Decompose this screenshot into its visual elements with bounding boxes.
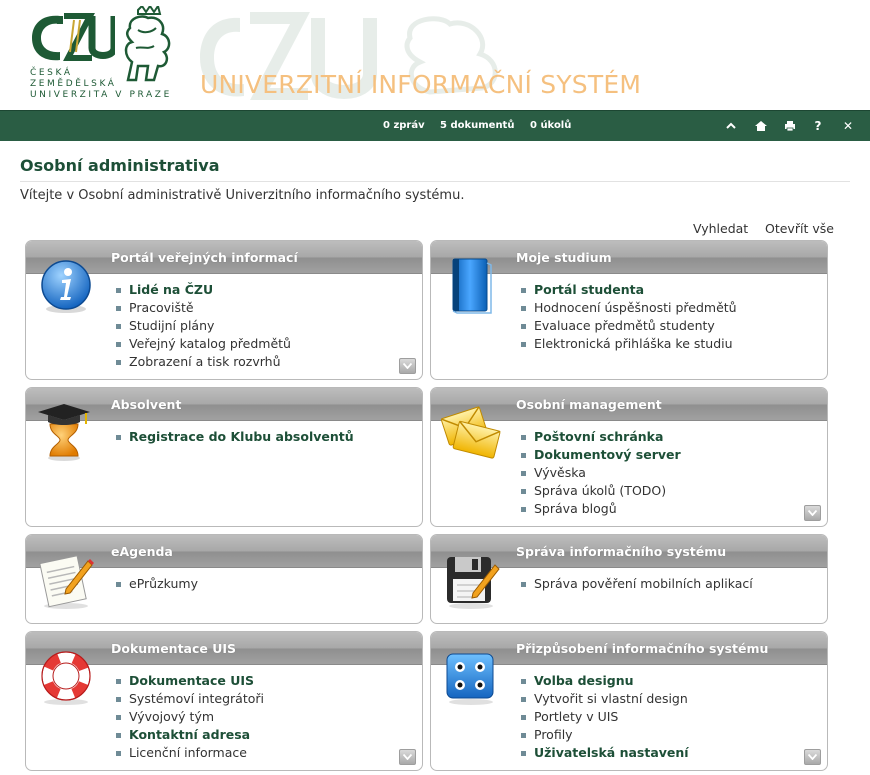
page-title: Osobní administrativa [20,156,220,175]
link-volba-designu[interactable]: Volba designu [521,672,689,690]
university-name-line-2: ZEMĚDĚLSKÁ [30,79,117,89]
link-epruzkumy[interactable]: ePrůzkumy [116,575,198,593]
panel-link-list: Správa pověření mobilních aplikací [521,575,753,593]
graduate-icon [38,404,90,461]
chevron-down-icon [403,754,412,760]
link-tisk-rozvrhu[interactable]: Zobrazení a tisk rozvrhů [116,353,291,371]
envelopes-icon [441,406,501,459]
header: ČESKÁ ZEMĚDĚLSKÁ UNIVERZITA V PRAZE UNIV… [0,0,870,110]
panel-graduate: Absolvent Registrace do Klubu absolventů [25,387,423,527]
link-pracoviste[interactable]: Pracoviště [116,299,291,317]
panel-system-administration: Správa informačního systému Správa pověř… [430,534,828,624]
panel-public-info: Portál veřejných informací Lidé na ČZU P… [25,240,423,380]
link-postovni-schranka[interactable]: Poštovní schránka [521,428,681,446]
link-profily[interactable]: Profily [521,726,689,744]
university-name-line-3: UNIVERZITA V PRAZE [30,90,172,100]
link-vyvojovy-tym[interactable]: Vývojový tým [116,708,264,726]
link-registrace-klub[interactable]: Registrace do Klubu absolventů [116,428,354,446]
panel-link-list: Portál studenta Hodnocení úspěšnosti pře… [521,281,737,353]
panel-link-list: Registrace do Klubu absolventů [116,428,354,446]
link-studijni-plany[interactable]: Studijní plány [116,317,291,335]
home-icon[interactable] [752,117,770,135]
link-sprava-povereni[interactable]: Správa pověření mobilních aplikací [521,575,753,593]
panel-link-list: Poštovní schránka Dokumentový server Výv… [521,428,681,518]
welcome-text: Vítejte v Osobní administrativě Univerzi… [20,188,465,203]
documents-link[interactable]: 5 dokumentů [440,120,514,131]
panel-title[interactable]: Dokumentace UIS [111,641,236,656]
link-hodnoceni-predmetu[interactable]: Hodnocení úspěšnosti předmětů [521,299,737,317]
link-portlety[interactable]: Portlety v UIS [521,708,689,726]
czu-logo[interactable]: ČESKÁ ZEMĚDĚLSKÁ UNIVERZITA V PRAZE [30,6,180,106]
panel-title[interactable]: Absolvent [111,397,181,412]
link-vlastni-design[interactable]: Vytvořit si vlastní design [521,690,689,708]
university-name-line-1: ČESKÁ [30,68,73,78]
title-divider [20,181,850,182]
panel-personal-management: Osobní management Poštovní schránka Doku… [430,387,828,527]
open-all-link[interactable]: Otevřít vše [765,221,834,236]
expand-button[interactable] [804,749,821,765]
panel-link-list: Dokumentace UIS Systémoví integrátoři Vý… [116,672,264,762]
panel-link-list: Volba designu Vytvořit si vlastní design… [521,672,689,762]
panel-link-list: Lidé na ČZU Pracoviště Studijní plány Ve… [116,281,291,371]
panel-link-list: ePrůzkumy [116,575,198,593]
notepad-icon [39,555,94,609]
lifebuoy-icon [41,651,91,705]
up-arrow-icon[interactable] [722,117,740,135]
link-systemovi-integratori[interactable]: Systémoví integrátoři [116,690,264,708]
link-licencni-informace[interactable]: Licenční informace [116,744,264,762]
czu-logo-mark [32,13,115,61]
link-evaluace-predmetu[interactable]: Evaluace předmětů studenty [521,317,737,335]
link-uzivatelska-nastaveni[interactable]: Uživatelská nastavení [521,744,689,762]
help-icon[interactable]: ? [809,117,827,135]
link-dokumentace-uis[interactable]: Dokumentace UIS [116,672,264,690]
close-icon[interactable]: ✕ [839,117,857,135]
panel-my-studies: Moje studium Portál studenta Hodnocení ú… [430,240,828,380]
link-portal-studenta[interactable]: Portál studenta [521,281,737,299]
blue-book-icon [452,258,492,314]
floppy-disk-icon [447,557,500,609]
customize-icon [446,653,494,705]
panel-title[interactable]: Správa informačního systému [516,544,726,559]
link-dokumentovy-server[interactable]: Dokumentový server [521,446,681,464]
panel-system-customization: Přizpůsobení informačního systému Volba … [430,631,828,771]
panel-title[interactable]: Moje studium [516,250,612,265]
system-title: UNIVERZITNÍ INFORMAČNÍ SYSTÉM [200,70,642,99]
top-toolbar: 0 zpráv 5 dokumentů 0 úkolů ? ✕ [0,110,870,141]
expand-button[interactable] [804,505,821,521]
panel-eagenda: eAgenda ePrůzkumy [25,534,423,624]
panel-uis-documentation: Dokumentace UIS Dokumentace UIS Systémov… [25,631,423,771]
link-elektronicka-prihlaska[interactable]: Elektronická přihláška ke studiu [521,335,737,353]
tasks-link[interactable]: 0 úkolů [530,120,571,131]
link-kontaktni-adresa[interactable]: Kontaktní adresa [116,726,264,744]
panel-title[interactable]: eAgenda [111,544,173,559]
university-name: ČESKÁ ZEMĚDĚLSKÁ UNIVERZITA V PRAZE [30,68,172,101]
chevron-down-icon [808,510,817,516]
link-verejny-katalog[interactable]: Veřejný katalog předmětů [116,335,291,353]
chevron-down-icon [808,754,817,760]
print-icon[interactable] [781,117,799,135]
link-sprava-blogu[interactable]: Správa blogů [521,500,681,518]
link-sprava-ukolu[interactable]: Správa úkolů (TODO) [521,482,681,500]
chevron-down-icon [403,363,412,369]
panel-title[interactable]: Přizpůsobení informačního systému [516,641,768,656]
panel-title[interactable]: Osobní management [516,397,662,412]
link-vyveska[interactable]: Vývěska [521,464,681,482]
panel-title[interactable]: Portál veřejných informací [111,250,298,265]
info-icon [41,260,91,313]
link-lide-na-czu[interactable]: Lidé na ČZU [116,281,291,299]
expand-button[interactable] [399,358,416,374]
search-link[interactable]: Vyhledat [693,221,748,236]
expand-button[interactable] [399,749,416,765]
messages-link[interactable]: 0 zpráv [383,120,425,131]
